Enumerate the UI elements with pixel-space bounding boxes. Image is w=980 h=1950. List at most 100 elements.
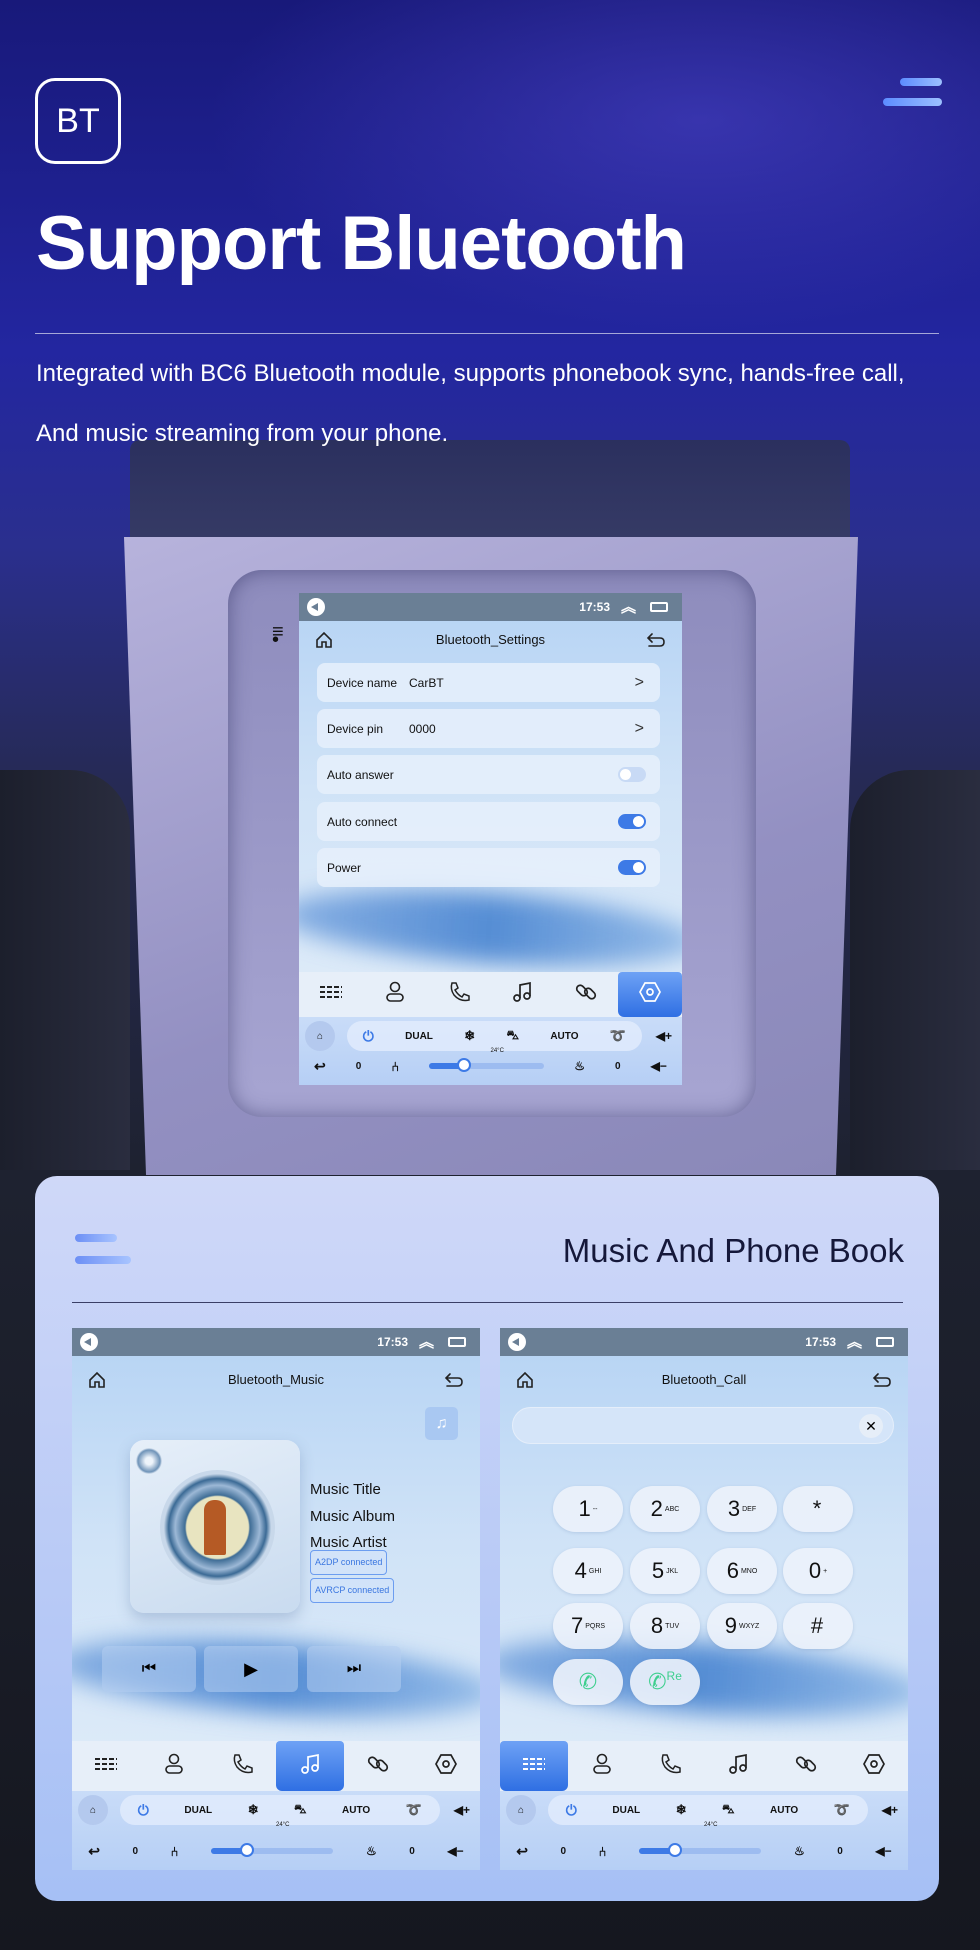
- tab-calls[interactable]: [636, 1741, 704, 1791]
- clear-icon[interactable]: ✕: [859, 1414, 883, 1438]
- airflow-icon[interactable]: ➰: [610, 1028, 626, 1044]
- key-1[interactable]: 2 ABC: [630, 1486, 700, 1532]
- music-source-button[interactable]: ♫: [425, 1407, 458, 1440]
- tab-contacts[interactable]: [140, 1741, 208, 1791]
- volume-icon[interactable]: [80, 1333, 98, 1351]
- key-2[interactable]: 3 DEF: [707, 1486, 777, 1532]
- seat-heat-icon[interactable]: ♨: [794, 1844, 805, 1858]
- fan-speed-slider[interactable]: [429, 1058, 545, 1072]
- home-button[interactable]: ⌂: [78, 1795, 108, 1825]
- key-4[interactable]: 4 GHI: [553, 1548, 623, 1594]
- key-10[interactable]: 9 WXYZ: [707, 1603, 777, 1649]
- key-8[interactable]: 7 PQRS: [553, 1603, 623, 1649]
- auto-answer-toggle[interactable]: [618, 767, 646, 782]
- chevron-up-icon[interactable]: ︽: [847, 1331, 862, 1352]
- auto-button[interactable]: AUTO: [550, 1031, 578, 1042]
- recent-apps-icon[interactable]: [876, 1337, 894, 1347]
- key-7[interactable]: 0 +: [783, 1548, 853, 1594]
- key-9[interactable]: 8 TUV: [630, 1603, 700, 1649]
- key-6[interactable]: 6 MNO: [707, 1548, 777, 1594]
- snowflake-icon[interactable]: ❄: [248, 1802, 259, 1818]
- tab-link[interactable]: [344, 1741, 412, 1791]
- auto-button[interactable]: AUTO: [770, 1805, 798, 1816]
- volume-up-icon[interactable]: ◀+: [656, 1029, 672, 1043]
- snowflake-icon[interactable]: ❄: [676, 1802, 687, 1818]
- return-icon[interactable]: ↩: [88, 1843, 100, 1860]
- chevron-up-icon[interactable]: ︽: [621, 596, 636, 617]
- previous-track-button[interactable]: ⏮: [102, 1646, 196, 1692]
- return-icon[interactable]: ↩: [516, 1843, 528, 1860]
- key-3[interactable]: *: [783, 1486, 853, 1532]
- home-icon[interactable]: [88, 1370, 106, 1400]
- airflow-icon[interactable]: ➰: [406, 1802, 422, 1818]
- phone-number-input[interactable]: ✕: [512, 1407, 894, 1444]
- recirculation-icon[interactable]: ⛍: [294, 1802, 306, 1818]
- volume-down-icon[interactable]: ◀−: [651, 1059, 667, 1073]
- auto-button[interactable]: AUTO: [342, 1805, 370, 1816]
- fan-icon[interactable]: [240, 1843, 255, 1857]
- key-5[interactable]: 5 JKL: [630, 1548, 700, 1594]
- dual-button[interactable]: DUAL: [405, 1031, 433, 1042]
- tab-keypad[interactable]: [500, 1741, 568, 1791]
- seat-icon[interactable]: ⑃: [391, 1059, 399, 1074]
- home-button[interactable]: ⌂: [506, 1795, 536, 1825]
- power-icon[interactable]: ⏻: [566, 1802, 577, 1819]
- recent-apps-icon[interactable]: [650, 602, 668, 612]
- airflow-icon[interactable]: ➰: [834, 1802, 850, 1818]
- menu-icon[interactable]: [883, 78, 942, 114]
- volume-down-icon[interactable]: ◀−: [447, 1844, 463, 1858]
- dual-button[interactable]: DUAL: [184, 1805, 212, 1816]
- redial-button[interactable]: ✆ Re: [630, 1659, 700, 1705]
- recent-apps-icon[interactable]: [448, 1337, 466, 1347]
- volume-up-icon[interactable]: ◀+: [882, 1803, 898, 1817]
- tab-link[interactable]: [772, 1741, 840, 1791]
- tab-music[interactable]: [276, 1741, 344, 1791]
- power-icon[interactable]: ⏻: [363, 1028, 374, 1045]
- volume-down-icon[interactable]: ◀−: [875, 1844, 891, 1858]
- seat-heat-icon[interactable]: ♨: [574, 1059, 585, 1073]
- seat-icon[interactable]: ⑃: [171, 1844, 179, 1859]
- tab-calls[interactable]: [208, 1741, 276, 1791]
- back-icon[interactable]: [444, 1370, 464, 1400]
- volume-up-icon[interactable]: ◀+: [454, 1803, 470, 1817]
- seat-heat-icon[interactable]: ♨: [366, 1844, 377, 1858]
- tab-keypad[interactable]: [299, 972, 363, 1017]
- tab-settings[interactable]: [618, 972, 682, 1017]
- volume-icon[interactable]: [508, 1333, 526, 1351]
- tab-contacts[interactable]: [568, 1741, 636, 1791]
- next-track-button[interactable]: ⏭: [307, 1646, 401, 1692]
- play-button[interactable]: ▶: [204, 1646, 298, 1692]
- dual-button[interactable]: DUAL: [612, 1805, 640, 1816]
- tab-music[interactable]: [704, 1741, 772, 1791]
- tab-settings[interactable]: [412, 1741, 480, 1791]
- home-icon[interactable]: [516, 1370, 534, 1400]
- return-icon[interactable]: ↩: [314, 1058, 326, 1075]
- back-icon[interactable]: [872, 1370, 892, 1400]
- chevron-up-icon[interactable]: ︽: [419, 1331, 434, 1352]
- key-0[interactable]: 1 --: [553, 1486, 623, 1532]
- device-name-row[interactable]: Device name CarBT >: [317, 663, 660, 702]
- key-11[interactable]: #: [783, 1603, 853, 1649]
- fan-icon[interactable]: [456, 1058, 471, 1072]
- recirculation-icon[interactable]: ⛍: [722, 1802, 734, 1818]
- tab-settings[interactable]: [840, 1741, 908, 1791]
- tab-music[interactable]: [490, 972, 554, 1017]
- power-icon[interactable]: ⏻: [138, 1802, 149, 1819]
- tab-link[interactable]: [554, 972, 618, 1017]
- home-icon[interactable]: [315, 630, 333, 660]
- volume-icon[interactable]: [307, 598, 325, 616]
- auto-connect-toggle[interactable]: [618, 814, 646, 829]
- call-button[interactable]: ✆: [553, 1659, 623, 1705]
- home-button[interactable]: ⌂: [305, 1021, 335, 1051]
- power-toggle[interactable]: [618, 860, 646, 875]
- seat-icon[interactable]: ⑃: [599, 1844, 607, 1859]
- recirculation-icon[interactable]: ⛍: [507, 1028, 519, 1044]
- fan-icon[interactable]: [668, 1843, 683, 1857]
- fan-speed-slider[interactable]: [639, 1843, 762, 1857]
- snowflake-icon[interactable]: ❄: [464, 1028, 475, 1044]
- tab-calls[interactable]: [427, 972, 491, 1017]
- fan-speed-slider[interactable]: [211, 1843, 334, 1857]
- tab-contacts[interactable]: [363, 972, 427, 1017]
- back-icon[interactable]: [646, 630, 666, 660]
- device-pin-row[interactable]: Device pin 0000 >: [317, 709, 660, 748]
